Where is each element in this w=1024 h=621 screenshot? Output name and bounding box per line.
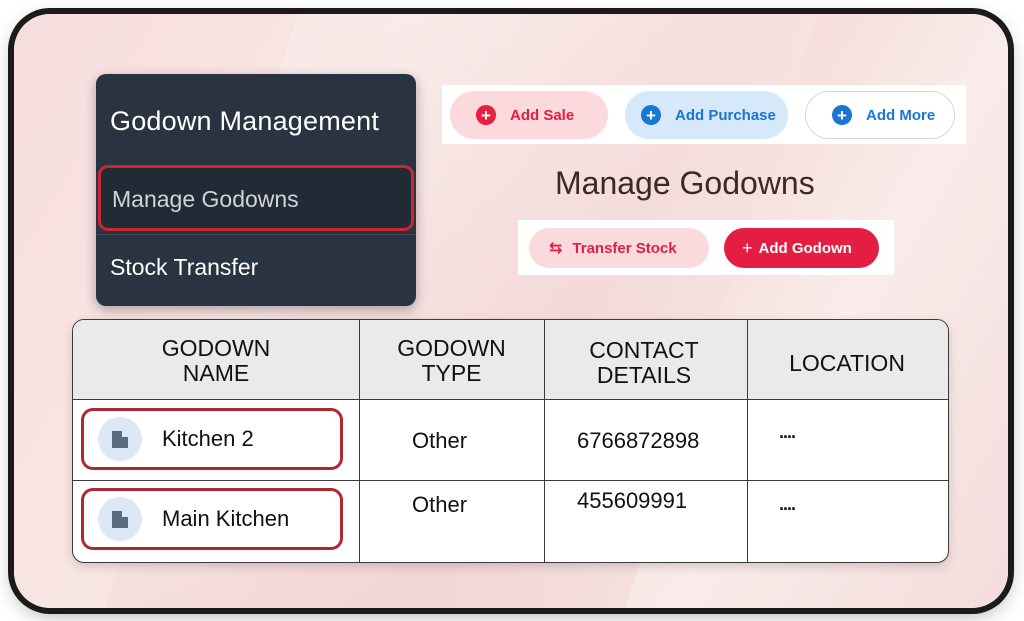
header-location: LOCATION [789,350,905,376]
header-godown-type: GODOWN TYPE [397,335,506,386]
godown-type: Other [412,428,468,453]
header-godown-name: GODOWN NAME [161,335,271,386]
plus-icon: + [742,237,753,258]
add-more-button[interactable]: + Add More [805,91,955,139]
sidebar-item-label: Manage Godowns [112,186,299,212]
table-row[interactable]: Kitchen 2 [81,408,343,470]
add-purchase-label: Add Purchase [675,106,776,124]
transfer-stock-button[interactable]: ⇆ Transfer Stock [529,228,709,268]
page-title: Manage Godowns [555,165,815,201]
header-contact-details: CONTACT DETAILS [589,337,699,388]
location: .... [779,494,796,514]
sidebar: Godown Management Manage Godowns Stock T… [96,74,416,306]
add-godown-button[interactable]: + Add Godown [724,228,879,268]
add-purchase-button[interactable]: + Add Purchase [625,91,788,139]
godowns-table: GODOWN NAME GODOWN TYPE CONTACT DETAILS … [72,319,949,563]
table-row[interactable]: Main Kitchen [81,488,343,550]
building-icon [98,497,142,541]
plus-circle-icon: + [476,105,496,125]
row-divider [73,480,948,481]
add-godown-label: Add Godown [758,239,852,257]
plus-circle-icon: + [641,105,661,125]
contact-details: 455609991 [577,488,688,513]
godown-name: Main Kitchen [162,506,290,531]
quick-actions-bar: + Add Sale + Add Purchase + Add More [442,85,966,144]
page-actions-bar: ⇆ Transfer Stock + Add Godown [518,220,894,275]
add-sale-button[interactable]: + Add Sale [450,91,608,139]
transfer-stock-label: Transfer Stock [572,239,677,257]
godown-type: Other [412,492,468,517]
sidebar-divider [96,234,416,235]
building-icon [98,417,142,461]
add-sale-label: Add Sale [510,106,575,124]
godown-name: Kitchen 2 [162,426,254,451]
plus-circle-icon: + [832,105,852,125]
sidebar-title: Godown Management [110,106,380,136]
promo-card: Godown Management Manage Godowns Stock T… [14,14,1008,608]
sidebar-item-manage-godowns[interactable]: Manage Godowns [98,165,414,231]
add-more-label: Add More [866,106,936,124]
swap-arrows-icon: ⇆ [549,240,563,257]
sidebar-item-stock-transfer[interactable]: Stock Transfer [110,254,258,281]
location: .... [779,422,796,442]
contact-details: 6766872898 [577,428,700,453]
